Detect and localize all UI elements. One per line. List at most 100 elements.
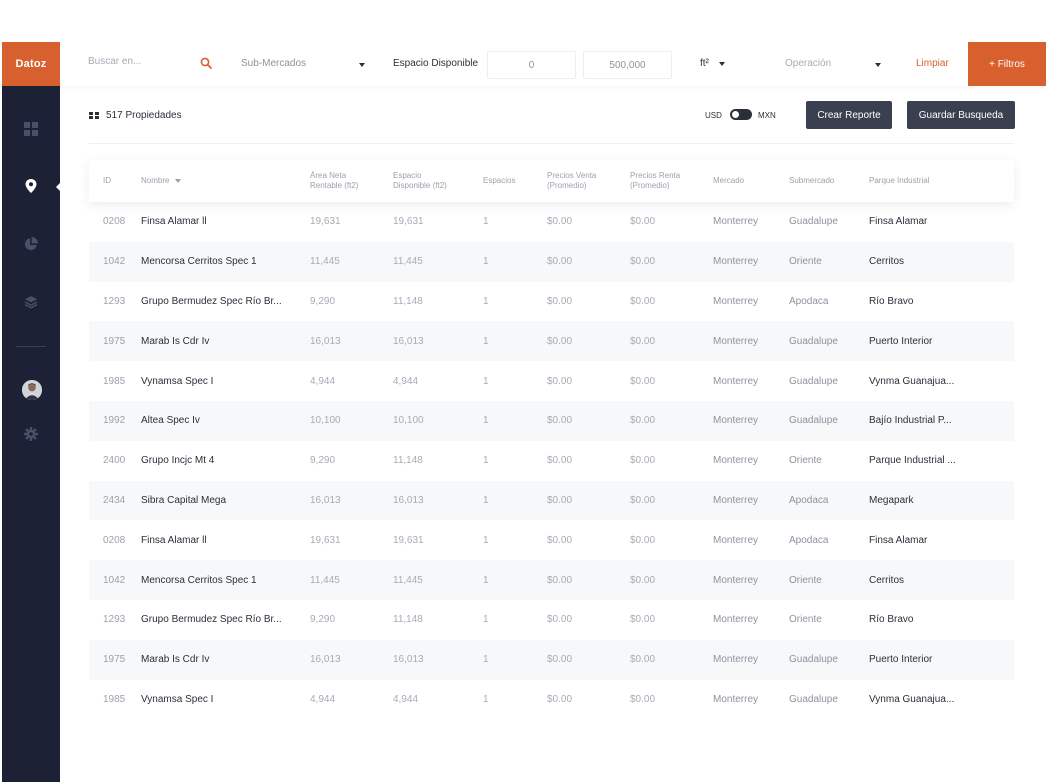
sidebar-divider: [16, 346, 46, 347]
col-espacio-line2: Disponible (ft2): [393, 181, 447, 190]
cell-nombre[interactable]: Grupo Bermudez Spec Río Br...: [141, 282, 282, 322]
header-divider: [89, 143, 1014, 144]
cell-renta: $0.00: [630, 494, 656, 506]
grid-icon: [89, 111, 100, 120]
table-row[interactable]: 1042 Mencorsa Cerritos Spec 1 11,445 11,…: [89, 560, 1014, 600]
cell-nombre[interactable]: Grupo Bermudez Spec Río Br...: [141, 600, 282, 640]
table-row[interactable]: 1985 Vynamsa Spec I 4,944 4,944 1 $0.00 …: [89, 361, 1014, 401]
cell-espacios: 1: [483, 494, 489, 506]
cell-submercado: Apodaca: [789, 534, 829, 546]
search-icon[interactable]: [200, 57, 212, 69]
cell-mercado: Monterrey: [713, 494, 759, 506]
guardar-busqueda-button[interactable]: Guardar Busqueda: [907, 101, 1015, 129]
cell-espacio: 11,148: [393, 614, 423, 626]
dashboard-icon[interactable]: [24, 122, 38, 136]
cell-parque: Megapark: [869, 494, 914, 506]
cell-espacio: 16,013: [393, 654, 424, 666]
cell-nombre[interactable]: Marab Is Cdr Iv: [141, 321, 209, 361]
cell-renta: $0.00: [630, 375, 656, 387]
cell-espacios: 1: [483, 335, 489, 347]
col-area[interactable]: Área Neta Rentable (ft2): [310, 160, 358, 202]
cell-nombre[interactable]: Mencorsa Cerritos Spec 1: [141, 242, 257, 282]
property-count-label: 517 Propiedades: [106, 110, 182, 121]
currency-toggle[interactable]: [730, 109, 752, 120]
cell-submercado: Oriente: [789, 455, 822, 467]
espacio-min-field[interactable]: 0: [487, 51, 576, 79]
cell-nombre[interactable]: Mencorsa Cerritos Spec 1: [141, 560, 257, 600]
limpiar-link[interactable]: Limpiar: [916, 58, 949, 69]
toggle-knob: [732, 111, 739, 118]
map-pin-icon[interactable]: [24, 179, 38, 193]
cell-id: 1293: [103, 614, 126, 626]
cell-nombre[interactable]: Vynamsa Spec I: [141, 361, 213, 401]
pie-chart-icon[interactable]: [24, 237, 38, 251]
cell-nombre[interactable]: Finsa Alamar ll: [141, 202, 207, 242]
table-row[interactable]: 1975 Marab Is Cdr Iv 16,013 16,013 1 $0.…: [89, 639, 1014, 680]
cell-venta: $0.00: [547, 455, 573, 467]
cell-espacios: 1: [483, 216, 489, 228]
cell-area: 16,013: [310, 654, 341, 666]
cell-area: 16,013: [310, 335, 341, 347]
cell-submercado: Guadalupe: [789, 654, 838, 666]
filtros-button[interactable]: + Filtros: [968, 42, 1046, 86]
table-row[interactable]: 1293 Grupo Bermudez Spec Río Br... 9,290…: [89, 600, 1014, 640]
cell-renta: $0.00: [630, 693, 656, 705]
col-venta[interactable]: Precios Venta (Promedio): [547, 160, 596, 202]
col-espacios[interactable]: Espacios: [483, 160, 515, 202]
cell-id: 1293: [103, 295, 126, 307]
chevron-down-icon[interactable]: [875, 63, 881, 67]
cell-submercado: Apodaca: [789, 295, 829, 307]
cell-espacio: 11,148: [393, 455, 423, 467]
cell-nombre[interactable]: Marab Is Cdr Iv: [141, 640, 209, 680]
table-header: ID Nombre Área Neta Rentable (ft2) Espaci…: [89, 160, 1014, 202]
cell-mercado: Monterrey: [713, 216, 759, 228]
avatar[interactable]: [22, 380, 42, 400]
cell-submercado: Guadalupe: [789, 216, 838, 228]
cell-parque: Finsa Alamar: [869, 216, 928, 228]
cell-mercado: Monterrey: [713, 693, 759, 705]
unit-select[interactable]: ft²: [700, 58, 709, 69]
espacio-max-field[interactable]: 500,000: [583, 51, 672, 79]
submercados-select[interactable]: Sub-Mercados: [241, 58, 306, 69]
cell-id: 0208: [103, 534, 126, 546]
sort-down-icon[interactable]: [175, 179, 182, 183]
table-row[interactable]: 2400 Grupo Incjc Mt 4 9,290 11,148 1 $0.…: [89, 441, 1014, 481]
cell-id: 1975: [103, 654, 126, 666]
col-nombre[interactable]: Nombre: [141, 160, 182, 202]
cell-nombre[interactable]: Grupo Incjc Mt 4: [141, 441, 214, 481]
cell-id: 0208: [103, 216, 126, 228]
chevron-down-icon[interactable]: [719, 62, 725, 66]
cell-nombre[interactable]: Sibra Capital Mega: [141, 481, 226, 521]
cell-nombre[interactable]: Altea Spec Iv: [141, 401, 200, 441]
cell-nombre[interactable]: Finsa Alamar ll: [141, 520, 207, 560]
cell-nombre[interactable]: Vynamsa Spec I: [141, 680, 213, 720]
gear-icon[interactable]: [24, 427, 38, 441]
col-mercado[interactable]: Mercado: [713, 160, 744, 202]
cell-espacio: 19,631: [393, 216, 424, 228]
search-input[interactable]: Buscar en...: [88, 56, 218, 67]
table-row[interactable]: 1985 Vynamsa Spec I 4,944 4,944 1 $0.00 …: [89, 680, 1014, 720]
layers-icon[interactable]: [24, 295, 38, 309]
col-id[interactable]: ID: [103, 160, 111, 202]
app-logo[interactable]: Datoz: [2, 42, 60, 86]
col-submercado[interactable]: Submercado: [789, 160, 834, 202]
table-row[interactable]: 1975 Marab Is Cdr Iv 16,013 16,013 1 $0.…: [89, 321, 1014, 362]
cell-id: 2400: [103, 455, 126, 467]
col-renta[interactable]: Precios Renta (Promedio): [630, 160, 680, 202]
operacion-select[interactable]: Operación: [785, 58, 831, 69]
table-row[interactable]: 0208 Finsa Alamar ll 19,631 19,631 1 $0.…: [89, 202, 1014, 242]
table-row[interactable]: 0208 Finsa Alamar ll 19,631 19,631 1 $0.…: [89, 520, 1014, 560]
cell-espacios: 1: [483, 295, 489, 307]
crear-reporte-button[interactable]: Crear Reporte: [806, 101, 892, 129]
cell-area: 11,445: [310, 256, 340, 268]
table-row[interactable]: 1293 Grupo Bermudez Spec Río Br... 9,290…: [89, 282, 1014, 322]
chevron-down-icon[interactable]: [359, 63, 365, 67]
cell-renta: $0.00: [630, 295, 656, 307]
table-row[interactable]: 1992 Altea Spec Iv 10,100 10,100 1 $0.00…: [89, 400, 1014, 441]
table-row[interactable]: 2434 Sibra Capital Mega 16,013 16,013 1 …: [89, 480, 1014, 521]
col-parque[interactable]: Parque Industrial: [869, 160, 929, 202]
cell-mercado: Monterrey: [713, 455, 759, 467]
table-body: 0208 Finsa Alamar ll 19,631 19,631 1 $0.…: [89, 202, 1014, 719]
table-row[interactable]: 1042 Mencorsa Cerritos Spec 1 11,445 11,…: [89, 241, 1014, 282]
col-espacio[interactable]: Espacio Disponible (ft2): [393, 160, 447, 202]
